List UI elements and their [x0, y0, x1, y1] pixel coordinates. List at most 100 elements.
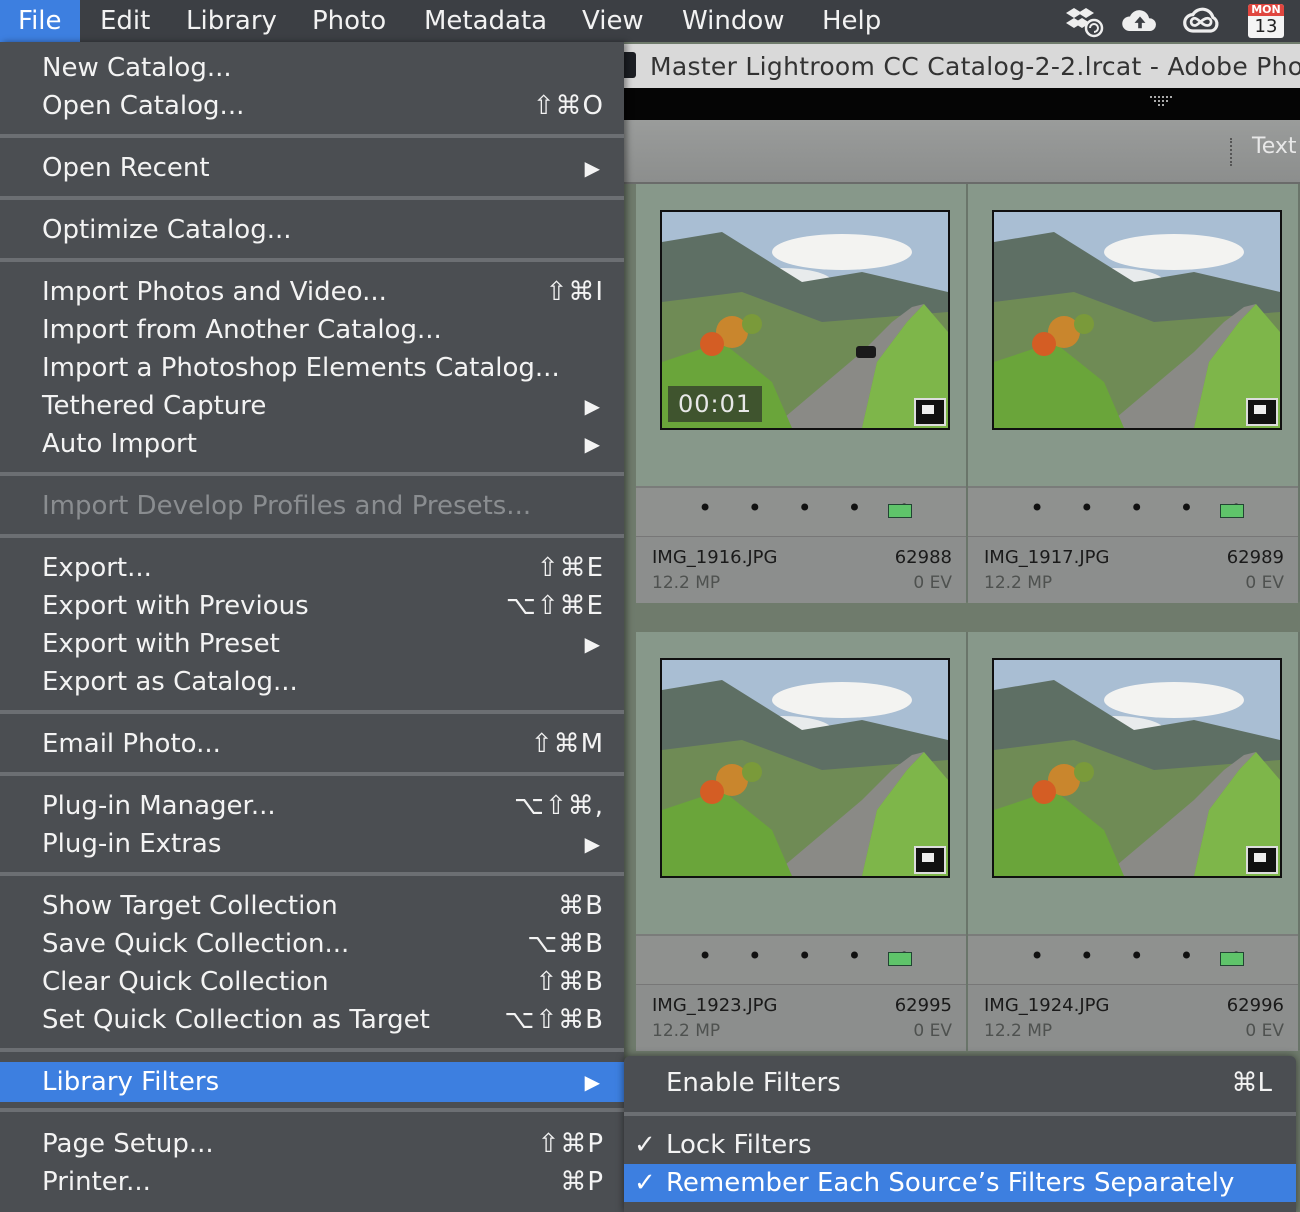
menu-item-set-quick-collection-target[interactable]: Set Quick Collection as Target ⌥⇧⌘B: [0, 1002, 624, 1038]
photo-index: 62989: [1226, 547, 1284, 568]
submenu-item-lock-filters[interactable]: ✓ Lock Filters: [624, 1126, 1296, 1164]
photo-index: 62988: [894, 547, 952, 568]
photo-exposure: 0 EV: [1245, 573, 1284, 593]
submenu-arrow-icon: ▶: [584, 832, 600, 856]
menu-item-clear-quick-collection[interactable]: Clear Quick Collection ⇧⌘B: [0, 964, 624, 1000]
menu-separator: [624, 1112, 1296, 1116]
menu-item-plugin-extras[interactable]: Plug-in Extras ▶: [0, 826, 624, 862]
submenu-arrow-icon: ▶: [584, 432, 600, 456]
menu-item-printer[interactable]: Printer... ⌘P: [0, 1164, 624, 1200]
rating-bar: • • • • •: [968, 934, 1298, 984]
menu-item-optimize-catalog[interactable]: Optimize Catalog...: [0, 212, 624, 248]
file-menu: New Catalog... Open Catalog... ⇧⌘O Open R…: [0, 42, 624, 1212]
grid-cell[interactable]: • • • • • IMG_1917.JPG 62989 12.2 MP 0 E…: [968, 184, 1300, 603]
photo-exposure: 0 EV: [913, 1021, 952, 1041]
landscape-road-image: [662, 660, 948, 876]
submenu-item-enable-filters[interactable]: Enable Filters ⌘L: [624, 1064, 1296, 1102]
photo-thumbnail[interactable]: [660, 658, 950, 878]
photo-megapixels: 12.2 MP: [984, 573, 1053, 593]
menu-edit[interactable]: Edit: [82, 0, 168, 42]
menu-item-open-catalog[interactable]: Open Catalog... ⇧⌘O: [0, 88, 624, 124]
menu-separator: [0, 772, 624, 776]
photo-filename: IMG_1917.JPG: [984, 547, 1110, 568]
photo-info: IMG_1916.JPG 62988 12.2 MP 0 EV: [636, 536, 966, 603]
photo-megapixels: 12.2 MP: [652, 1021, 721, 1041]
photo-info: IMG_1917.JPG 62989 12.2 MP 0 EV: [968, 536, 1298, 603]
menu-photo[interactable]: Photo: [294, 0, 404, 42]
checkmark-icon: ✓: [634, 1130, 656, 1160]
grid-cell[interactable]: • • • • • IMG_1924.JPG 62996 12.2 MP 0 E…: [968, 632, 1300, 1051]
menu-help[interactable]: Help: [804, 0, 899, 42]
menu-window[interactable]: Window: [664, 0, 803, 42]
photo-filename: IMG_1916.JPG: [652, 547, 778, 568]
filter-text-tab[interactable]: Text: [1252, 134, 1297, 159]
menu-metadata[interactable]: Metadata: [406, 0, 565, 42]
menu-item-tethered-capture[interactable]: Tethered Capture ▶: [0, 388, 624, 424]
panel-collapse-grip-icon[interactable]: [1150, 96, 1174, 108]
photo-index: 62996: [1226, 995, 1284, 1016]
color-label[interactable]: [888, 504, 912, 518]
photo-thumbnail[interactable]: 00:01: [660, 210, 950, 430]
calendar-icon[interactable]: MON 13: [1248, 4, 1284, 38]
color-label[interactable]: [1220, 504, 1244, 518]
menu-file[interactable]: File: [0, 0, 80, 42]
window-title: Master Lightroom CC Catalog-2-2.lrcat - …: [650, 52, 1300, 81]
comment-badge-icon[interactable]: [914, 398, 946, 426]
photo-filename: IMG_1924.JPG: [984, 995, 1110, 1016]
menu-item-export-catalog[interactable]: Export as Catalog...: [0, 664, 624, 700]
photo-filename: IMG_1923.JPG: [652, 995, 778, 1016]
library-filter-bar: Text: [624, 120, 1300, 184]
menu-item-open-recent[interactable]: Open Recent ▶: [0, 150, 624, 186]
comment-badge-icon[interactable]: [1246, 398, 1278, 426]
creative-cloud-icon[interactable]: [1182, 4, 1222, 38]
menu-separator: [0, 258, 624, 262]
menu-separator: [0, 534, 624, 538]
photo-thumbnail[interactable]: [992, 658, 1282, 878]
menu-separator: [0, 472, 624, 476]
submenu-arrow-icon: ▶: [584, 394, 600, 418]
top-panel-bar: [624, 88, 1300, 120]
submenu-arrow-icon: ▶: [584, 632, 600, 656]
menu-separator: [0, 1108, 624, 1112]
comment-badge-icon[interactable]: [1246, 846, 1278, 874]
menu-item-library-filters[interactable]: Library Filters ▶: [0, 1062, 624, 1102]
menu-item-export-preset[interactable]: Export with Preset ▶: [0, 626, 624, 662]
filter-separator: [1230, 138, 1234, 166]
cloud-upload-icon[interactable]: [1120, 4, 1160, 38]
menu-library[interactable]: Library: [168, 0, 295, 42]
comment-badge-icon[interactable]: [914, 846, 946, 874]
rating-bar: • • • • •: [636, 934, 966, 984]
menu-item-export[interactable]: Export... ⇧⌘E: [0, 550, 624, 586]
photo-thumbnail[interactable]: [992, 210, 1282, 430]
window-title-bar: Master Lightroom CC Catalog-2-2.lrcat - …: [624, 44, 1300, 89]
grid-cell[interactable]: • • • • • IMG_1923.JPG 62995 12.2 MP 0 E…: [636, 632, 968, 1051]
menu-item-show-target-collection[interactable]: Show Target Collection ⌘B: [0, 888, 624, 924]
menu-item-import-photos[interactable]: Import Photos and Video... ⇧⌘I: [0, 274, 624, 310]
menu-item-auto-import[interactable]: Auto Import ▶: [0, 426, 624, 462]
submenu-item-remember-filters[interactable]: ✓ Remember Each Source’s Filters Separat…: [624, 1164, 1296, 1202]
submenu-arrow-icon: ▶: [584, 1070, 600, 1094]
menu-item-new-catalog[interactable]: New Catalog...: [0, 50, 624, 86]
menu-view[interactable]: View: [564, 0, 662, 42]
calendar-date: 13: [1254, 16, 1278, 37]
grid-cell[interactable]: 00:01 • • • • • IMG_1916.JPG 62988 12.2 …: [636, 184, 968, 603]
lightroom-app-icon: [624, 52, 636, 78]
menu-separator: [0, 710, 624, 714]
photo-megapixels: 12.2 MP: [652, 573, 721, 593]
menu-item-export-previous[interactable]: Export with Previous ⌥⇧⌘E: [0, 588, 624, 624]
menu-item-import-pse-catalog[interactable]: Import a Photoshop Elements Catalog...: [0, 350, 624, 386]
menu-item-save-quick-collection[interactable]: Save Quick Collection... ⌥⌘B: [0, 926, 624, 962]
menu-separator: [0, 196, 624, 200]
menu-separator: [0, 872, 624, 876]
menu-item-import-profiles: Import Develop Profiles and Presets...: [42, 491, 532, 521]
menu-item-plugin-manager[interactable]: Plug-in Manager... ⌥⇧⌘,: [0, 788, 624, 824]
photo-info: IMG_1923.JPG 62995 12.2 MP 0 EV: [636, 984, 966, 1051]
submenu-arrow-icon: ▶: [584, 156, 600, 180]
photo-index: 62995: [894, 995, 952, 1016]
menu-item-page-setup[interactable]: Page Setup... ⇧⌘P: [0, 1126, 624, 1162]
dropbox-sync-icon[interactable]: [1064, 4, 1104, 38]
menu-item-import-catalog[interactable]: Import from Another Catalog...: [0, 312, 624, 348]
color-label[interactable]: [888, 952, 912, 966]
color-label[interactable]: [1220, 952, 1244, 966]
menu-item-email-photo[interactable]: Email Photo... ⇧⌘M: [0, 726, 624, 762]
